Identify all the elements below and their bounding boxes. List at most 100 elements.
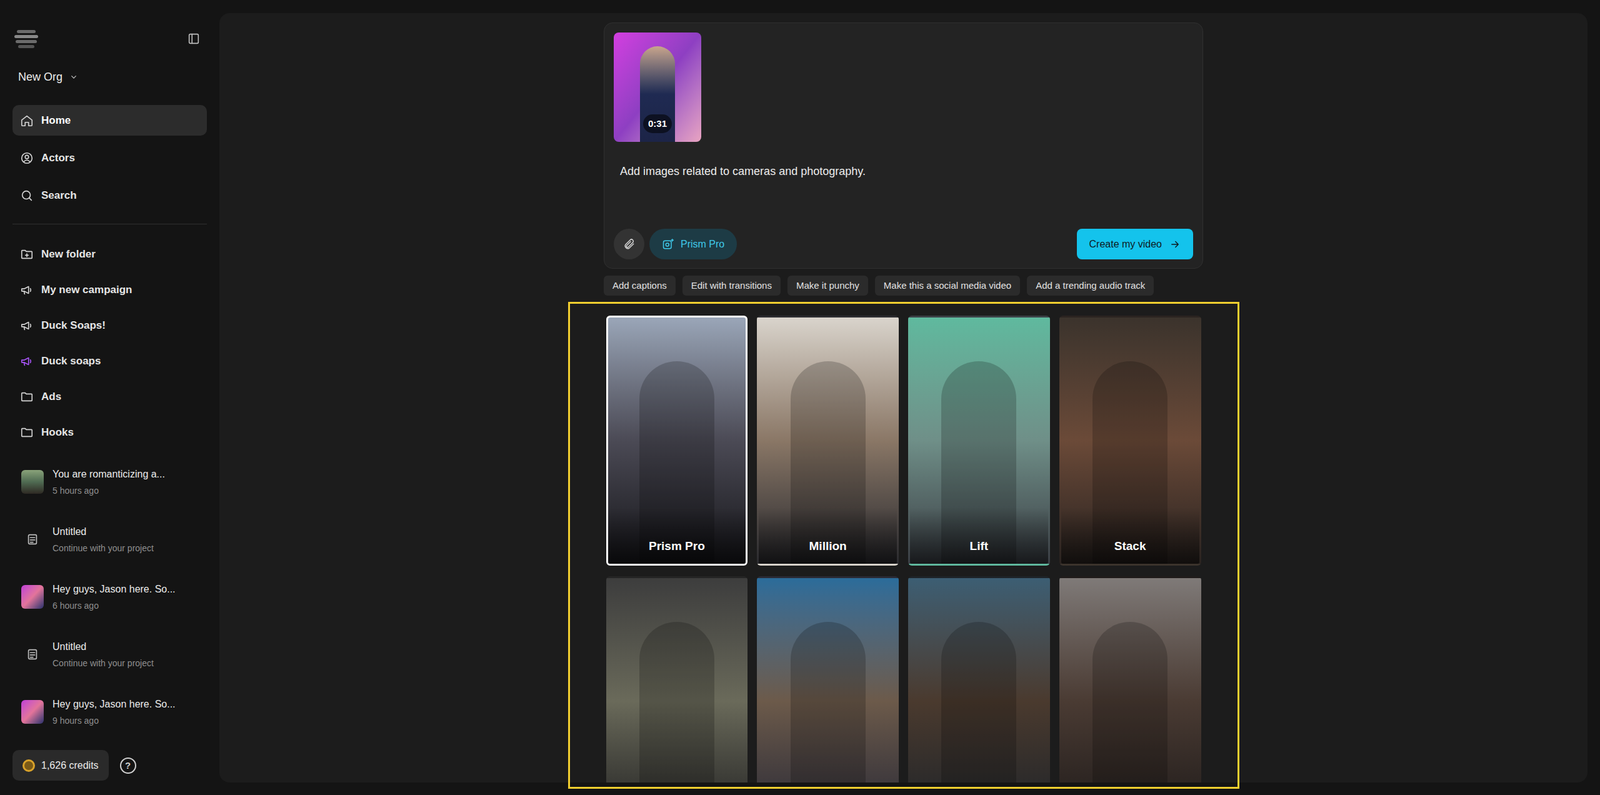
template-card[interactable]: Lift	[908, 315, 1050, 566]
folder-item[interactable]: My new campaign	[12, 274, 207, 305]
folder-item[interactable]: New folder	[12, 238, 207, 270]
prompt-input[interactable]: Add images related to cameras and photog…	[613, 163, 1194, 180]
suggestion-chip[interactable]: Make this a social media video	[875, 275, 1020, 296]
recent-project[interactable]: UntitledContinue with your project	[12, 629, 207, 680]
person-silhouette	[790, 621, 866, 783]
folder-list: New folder My new campaign Duck Soaps! Duck…	[12, 238, 207, 448]
folder-icon	[20, 390, 34, 404]
project-title: Hey guys, Jason here. So...	[52, 581, 176, 597]
megaphone-icon	[20, 318, 34, 333]
composer-toolbar: Prism Pro Create my video	[613, 228, 1194, 260]
folder-plus-icon	[20, 247, 34, 262]
template-label-area: Prism Pro	[608, 507, 747, 564]
template-card[interactable]	[908, 576, 1050, 783]
duration: 0:31	[648, 118, 667, 129]
folder-item[interactable]: Hooks	[12, 416, 207, 448]
recent-project[interactable]: You are romanticizing a... 5 hours ago	[12, 456, 207, 507]
image-sparkle-icon	[661, 238, 675, 251]
folder-label: Ads	[41, 388, 62, 405]
style-button[interactable]: Prism Pro	[649, 228, 737, 260]
recent-project[interactable]: Hey guys, Jason here. So... 6 hours ago	[12, 571, 207, 622]
help-label: ?	[125, 760, 131, 770]
template-label-area: Million	[758, 507, 897, 564]
collapse-sidebar-icon[interactable]	[186, 31, 201, 46]
user-icon	[20, 151, 34, 165]
help-button[interactable]: ?	[120, 757, 137, 774]
chip-label: Edit with transitions	[691, 278, 772, 294]
attach-button[interactable]	[613, 228, 645, 260]
project-thumbnail	[21, 642, 44, 667]
credits-label: 1,626 credits	[41, 758, 99, 774]
project-subtitle: Continue with your project	[52, 541, 154, 555]
create-label: Create my video	[1089, 236, 1163, 252]
folder-icon	[20, 425, 34, 440]
project-title: Untitled	[52, 639, 154, 655]
project-subtitle: 9 hours ago	[52, 714, 176, 728]
recent-list: You are romanticizing a... 5 hours ago Unt…	[12, 456, 207, 747]
video-thumbnail[interactable]: 0:31	[613, 32, 702, 142]
logo-icon[interactable]	[13, 29, 39, 49]
folder-item[interactable]: Duck Soaps!	[12, 310, 207, 341]
template-card[interactable]	[606, 576, 749, 783]
project-title: You are romanticizing a...	[52, 466, 165, 482]
chevron-down-icon	[68, 71, 79, 82]
person-silhouette	[941, 621, 1017, 783]
sidebar: New Org Home Actors Search New folder My new …	[0, 0, 220, 795]
project-thumbnail	[21, 527, 44, 552]
folder-label: New folder	[41, 246, 96, 263]
org-name: New Org	[18, 68, 63, 86]
arrow-right-icon	[1169, 238, 1181, 250]
chip-label: Make it punchy	[796, 278, 860, 294]
chip-label: Add captions	[612, 278, 667, 294]
template-card[interactable]: Prism Pro	[606, 315, 749, 566]
template-card[interactable]: Stack	[1059, 315, 1202, 566]
suggestion-chips: Add captions Edit with transitions Make it…	[603, 275, 1204, 296]
folder-label: Duck soaps	[41, 353, 101, 370]
search-icon	[20, 188, 34, 203]
template-card[interactable]: Million	[756, 315, 899, 566]
folder-item[interactable]: Duck soaps	[12, 345, 207, 377]
nav-item[interactable]: Actors	[12, 142, 207, 174]
coin-icon	[22, 759, 35, 772]
folder-label: Duck Soaps!	[41, 317, 106, 334]
suggestion-chip[interactable]: Add a trending audio track	[1026, 275, 1154, 296]
recent-project[interactable]: Hey guys, Jason here. So... 9 hours ago	[12, 686, 207, 737]
recent-project[interactable]: UntitledContinue with your project	[12, 514, 207, 565]
duration-badge: 0:31	[643, 114, 672, 134]
sidebar-footer: 1,626 credits?	[12, 750, 207, 781]
project-thumbnail	[21, 700, 44, 724]
nav-item[interactable]: Home	[12, 105, 207, 136]
divider	[12, 223, 207, 225]
nav-item[interactable]: Search	[12, 180, 207, 211]
nav-label: Home	[41, 112, 71, 129]
template-card[interactable]	[756, 576, 899, 783]
paperclip-icon	[623, 238, 636, 251]
person-silhouette	[1092, 621, 1168, 783]
org-switcher[interactable]: New Org	[12, 70, 207, 84]
project-subtitle: 5 hours ago	[52, 484, 165, 498]
template-name: Million	[809, 537, 847, 556]
megaphone-icon	[20, 283, 34, 297]
project-title: Hey guys, Jason here. So...	[52, 696, 176, 712]
template-name: Lift	[970, 537, 989, 556]
sidebar-header	[12, 26, 207, 52]
project-title: Untitled	[52, 524, 154, 540]
project-subtitle: Continue with your project	[52, 656, 154, 670]
project-subtitle: 6 hours ago	[52, 599, 176, 613]
document-icon	[25, 647, 40, 662]
template-card[interactable]	[1059, 576, 1202, 783]
template-name: Stack	[1114, 537, 1147, 556]
main-panel: 0:31 Add images related to cameras and ph…	[219, 13, 1588, 783]
create-video-button[interactable]: Create my video	[1076, 228, 1194, 260]
suggestion-chip[interactable]: Make it punchy	[787, 275, 869, 296]
style-label: Prism Pro	[680, 236, 725, 252]
megaphone-icon	[20, 354, 34, 369]
suggestion-chip[interactable]: Edit with transitions	[682, 275, 781, 296]
nav-label: Search	[41, 187, 77, 204]
credits-button[interactable]: 1,626 credits	[12, 750, 109, 781]
document-icon	[25, 532, 40, 547]
template-label-area: Lift	[910, 507, 1049, 564]
nav: Home Actors Search	[12, 105, 207, 211]
folder-item[interactable]: Ads	[12, 381, 207, 412]
suggestion-chip[interactable]: Add captions	[603, 275, 676, 296]
